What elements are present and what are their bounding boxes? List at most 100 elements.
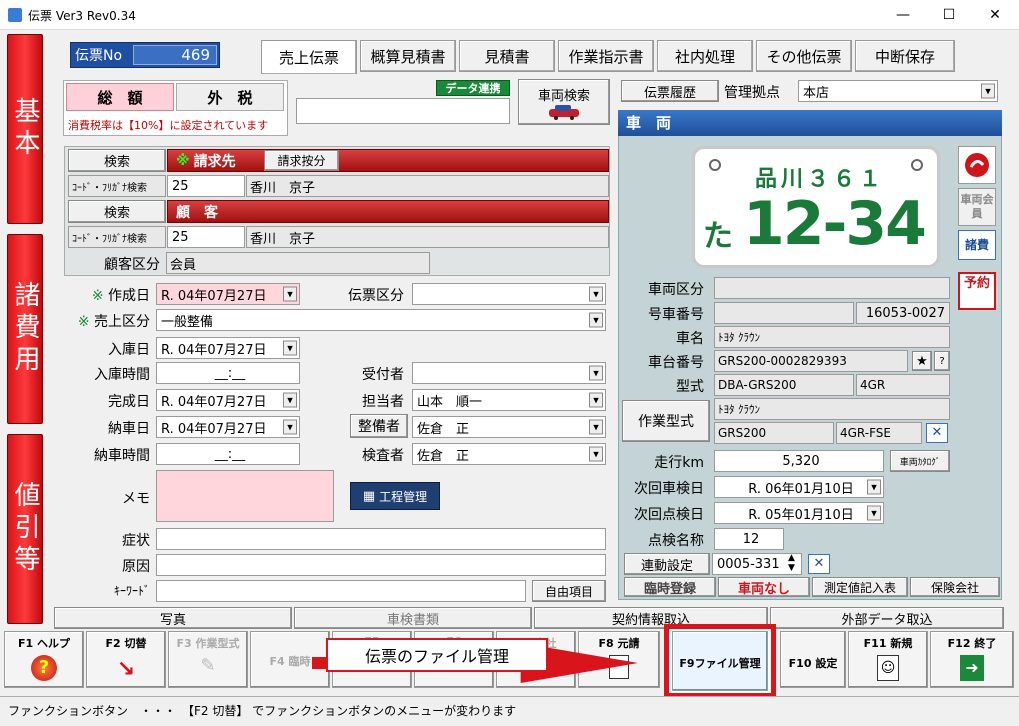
star-icon[interactable]: ★ <box>912 351 932 371</box>
temp-registration-button[interactable]: 臨時登録 <box>624 577 716 597</box>
tab-estimate[interactable]: 見積書 <box>459 40 555 72</box>
done-date-label: 完成日 <box>108 394 150 410</box>
f10-settings-button[interactable]: F10 設定 <box>780 631 846 688</box>
vehicle-header: 車 両 <box>618 110 1002 136</box>
f3-work-model-button[interactable]: F3 作業型式 ✎ <box>168 631 248 688</box>
vehicle-catalog-button[interactable]: 車両ｶﾀﾛｸﾞ <box>890 450 950 472</box>
window-title: 伝票 Ver3 Rev0.34 <box>28 9 136 23</box>
expenses-button[interactable]: 諸費 <box>958 230 996 260</box>
car-name-value: ﾄﾖﾀ ｸﾗｳﾝ <box>714 326 950 348</box>
inspector-label: 検査者 <box>362 448 404 464</box>
f12-label: F12 終了 <box>947 637 997 650</box>
in-time-label: 入庫時間 <box>94 367 150 383</box>
inspector-select[interactable]: 佐倉 正 <box>412 443 606 465</box>
f9-file-management-button[interactable]: F9ファイル管理 <box>672 631 768 691</box>
f1-help-button[interactable]: F1 ヘルプ ? <box>4 631 84 688</box>
side-tab-basic[interactable]: 基本 <box>7 34 43 224</box>
keyword-input[interactable] <box>156 580 526 602</box>
vehicle-search-button[interactable]: 車両検索 <box>518 79 610 125</box>
memo-label: メモ <box>122 491 150 507</box>
clear-link-icon[interactable]: ✕ <box>808 554 830 574</box>
status-bar: ファンクションボタン ・・・ 【F2 切替】 でファンクションボタンのメニューが… <box>0 696 1019 726</box>
mechanic-select[interactable]: 佐倉 正 <box>412 416 606 438</box>
clear-work-model-icon[interactable]: ✕ <box>926 423 948 443</box>
mileage-input[interactable]: 5,320 <box>714 450 884 472</box>
customer-name: 香川 京子 <box>246 226 609 248</box>
link-settings-button[interactable]: 連動設定 <box>624 553 710 575</box>
slip-history-button[interactable]: 伝票履歴 <box>621 80 719 102</box>
insurance-company-button[interactable]: 保険会社 <box>910 577 1000 597</box>
process-management-label: 工程管理 <box>379 489 428 504</box>
data-link-input[interactable] <box>296 98 510 124</box>
deliver-time-input[interactable]: __:__ <box>156 443 300 465</box>
f11-new-button[interactable]: F11 新規 ☺ <box>848 631 928 688</box>
inspection-docs-tab[interactable]: 車検書類 <box>294 607 532 629</box>
billing-title: 請求先 <box>193 153 236 170</box>
logo-button[interactable] <box>958 146 996 184</box>
base-select[interactable]: 本店 <box>798 80 998 102</box>
person-icon: ☺ <box>877 655 899 681</box>
staff-select[interactable]: 山本 順一 <box>412 389 606 411</box>
deliver-time-label: 納車時間 <box>94 448 150 464</box>
tab-other-slip[interactable]: その他伝票 <box>756 40 852 72</box>
created-date-label: ※ 作成日 <box>91 288 150 304</box>
side-tab-discount[interactable]: 値引等 <box>7 434 43 624</box>
plate-bolt-left <box>709 159 721 171</box>
next-check-input[interactable]: R. 05年01月10日 <box>714 502 884 524</box>
no-vehicle-button[interactable]: 車両なし <box>718 577 810 597</box>
tab-work-order[interactable]: 作業指示書 <box>558 40 654 72</box>
check-name-input[interactable]: 12 <box>714 528 784 550</box>
tab-internal[interactable]: 社内処理 <box>657 40 753 72</box>
keyword-label: ｷｰﾜｰﾄﾞ <box>113 584 150 598</box>
outside-tax-button[interactable]: 外 税 <box>176 83 284 111</box>
free-item-button[interactable]: 自由項目 <box>532 580 606 602</box>
billing-code-label: ｺｰﾄﾞ・ﾌﾘｶﾞﾅ検索 <box>68 175 166 197</box>
receiver-select[interactable] <box>412 362 606 384</box>
billing-split-button[interactable]: 請求按分 <box>264 150 339 171</box>
in-date-input[interactable]: R. 04年07月27日 <box>156 337 300 359</box>
reservation-button[interactable]: 予約 <box>958 272 996 310</box>
data-link-button[interactable]: データ連携 <box>436 80 510 96</box>
tab-suspend-save[interactable]: 中断保存 <box>855 40 955 72</box>
mechanic-button[interactable]: 整備者 <box>350 414 408 438</box>
sales-type-label: ※ 売上区分 <box>77 314 150 330</box>
external-data-tab[interactable]: 外部データ取込 <box>770 607 1004 629</box>
vehicle-member-button[interactable]: 車両会員 <box>958 188 996 226</box>
customer-code-input[interactable]: 25 <box>167 226 245 248</box>
next-inspection-input[interactable]: R. 06年01月10日 <box>714 476 884 498</box>
memo-textarea[interactable] <box>156 470 334 522</box>
minimize-button[interactable]: — <box>880 0 926 30</box>
process-management-button[interactable]: ▦ 工程管理 <box>350 482 440 510</box>
tab-sales-slip[interactable]: 売上伝票 <box>261 40 357 74</box>
side-tab-expenses[interactable]: 諸費用 <box>7 234 43 424</box>
photo-tab[interactable]: 写真 <box>54 607 292 629</box>
created-date-input[interactable]: R. 04年07月27日 <box>156 283 300 305</box>
f2-switch-button[interactable]: F2 切替 ↘ <box>86 631 166 688</box>
f2-label: F2 切替 <box>105 637 147 650</box>
measurement-sheet-button[interactable]: 測定値記入表 <box>812 577 908 597</box>
symptom-input[interactable] <box>156 528 606 550</box>
done-date-input[interactable]: R. 04年07月27日 <box>156 389 300 411</box>
cause-input[interactable] <box>156 554 606 576</box>
base-label: 管理拠点 <box>724 85 780 101</box>
billing-header: ※ 請求先 <box>167 149 609 172</box>
work-model-button[interactable]: 作業型式 <box>622 400 710 442</box>
customer-search-button[interactable]: 検索 <box>68 200 166 223</box>
car-no-value-2: 16053-0027 <box>856 302 950 324</box>
tab-estimate-rough[interactable]: 概算見積書 <box>360 40 456 72</box>
spinner-icon[interactable]: ▲ ▼ <box>788 553 795 573</box>
model-label: 型式 <box>676 379 704 395</box>
in-time-input[interactable]: __:__ <box>156 362 300 384</box>
help-icon[interactable]: ? <box>934 351 950 371</box>
sales-type-select[interactable]: 一般整備 <box>156 309 606 331</box>
billing-code-input[interactable]: 25 <box>167 175 245 197</box>
maximize-button[interactable]: ☐ <box>926 0 972 30</box>
billing-search-button[interactable]: 検索 <box>68 149 166 172</box>
close-button[interactable]: ✕ <box>972 0 1018 30</box>
work-engine-value: 4GR-FSE <box>836 422 922 444</box>
total-amount-button[interactable]: 総 額 <box>66 83 174 111</box>
slip-type-select[interactable] <box>412 283 606 305</box>
check-name-label: 点検名称 <box>648 533 704 549</box>
deliver-date-input[interactable]: R. 04年07月27日 <box>156 416 300 438</box>
f12-exit-button[interactable]: F12 終了 ➜ <box>930 631 1014 688</box>
